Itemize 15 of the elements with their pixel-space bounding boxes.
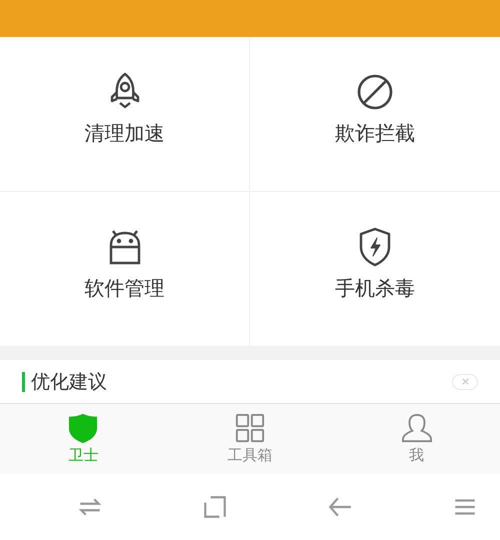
feature-label: 欺诈拦截 [335, 120, 415, 146]
close-icon [460, 377, 470, 386]
feature-label: 清理加速 [84, 120, 164, 146]
grid-icon [235, 413, 265, 443]
accent-bar [22, 372, 25, 392]
section-title: 优化建议 [31, 370, 108, 394]
feature-label: 手机杀毒 [335, 274, 415, 302]
shield-icon [68, 413, 98, 443]
shield-bolt-icon [357, 226, 393, 266]
feature-tile[interactable]: 清理加速 [0, 37, 250, 192]
prohibited-icon [357, 72, 393, 112]
person-icon [402, 413, 432, 443]
feature-label: 软件管理 [84, 274, 164, 302]
close-button[interactable] [452, 374, 478, 390]
feature-tile[interactable]: 欺诈拦截 [250, 37, 500, 192]
